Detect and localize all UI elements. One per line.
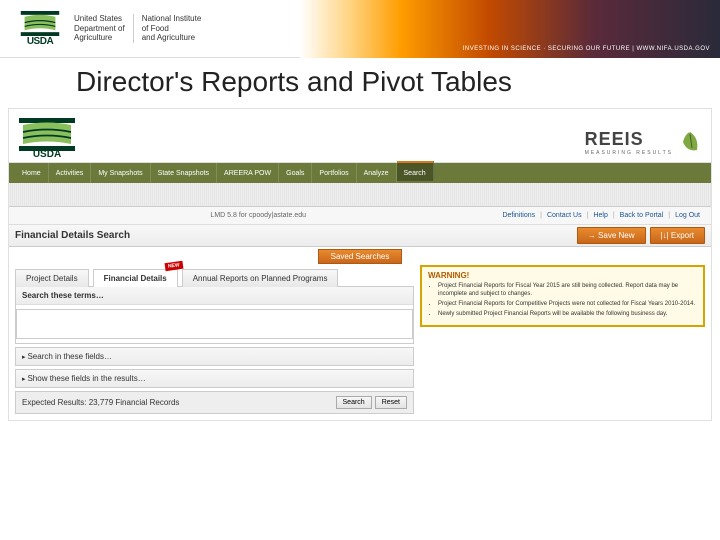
warning-box: WARNING! Project Financial Reports for F… — [420, 265, 705, 327]
usda-logo-text: USDA — [27, 36, 53, 47]
warning-item: Project Financial Reports for Fiscal Yea… — [438, 283, 697, 299]
nav-goals[interactable]: Goals — [279, 163, 312, 183]
save-new-button[interactable]: → Save New — [577, 227, 646, 244]
tab-annual-reports[interactable]: Annual Reports on Planned Programs — [182, 269, 339, 287]
nav-activities[interactable]: Activities — [49, 163, 92, 183]
search-terms-input[interactable] — [16, 309, 413, 339]
user-info: LMD 5.8 for cpoody|astate.edu — [17, 212, 499, 219]
nav-search[interactable]: Search — [397, 161, 434, 181]
brand-gradient: INVESTING IN SCIENCE · SECURING OUR FUTU… — [300, 0, 720, 58]
warning-item: Project Financial Reports for Competitiv… — [438, 301, 697, 309]
search-fields-expander[interactable]: Search in these fields… — [15, 347, 414, 366]
link-definitions[interactable]: Definitions — [499, 212, 538, 219]
link-help[interactable]: Help — [590, 212, 610, 219]
saved-searches-button[interactable]: Saved Searches — [318, 249, 403, 264]
search-button[interactable]: Search — [336, 396, 372, 409]
search-column: Project Details Financial Details NEW An… — [15, 265, 414, 414]
dept-label: United States Department of Agriculture — [74, 14, 134, 43]
reeis-logo: REEIS MEASURING RESULTS — [585, 129, 703, 156]
usda-seal-icon — [20, 11, 60, 36]
nav-state-snapshots[interactable]: State Snapshots — [151, 163, 217, 183]
nav-portfolios[interactable]: Portfolios — [312, 163, 356, 183]
reeis-wordmark: REEIS — [585, 129, 673, 150]
export-button[interactable]: |↓| Export — [650, 227, 706, 244]
warning-column: WARNING! Project Financial Reports for F… — [420, 265, 705, 414]
search-tabs: Project Details Financial Details NEW An… — [15, 265, 414, 287]
warning-item: Newly submitted Project Financial Report… — [438, 311, 697, 319]
tagline: INVESTING IN SCIENCE · SECURING OUR FUTU… — [463, 46, 710, 52]
app-usda-logo-icon: USDA — [17, 114, 77, 158]
nifa-label: National Institute of Food and Agricultu… — [142, 14, 202, 43]
action-buttons: → Save New |↓| Export — [577, 227, 705, 244]
app-header: USDA REEIS MEASURING RESULTS — [9, 109, 711, 163]
result-buttons: Search Reset — [336, 396, 407, 409]
link-logout[interactable]: Log Out — [672, 212, 703, 219]
utility-bar: LMD 5.8 for cpoody|astate.edu Definition… — [9, 207, 711, 225]
nav-areera-pow[interactable]: AREERA POW — [217, 163, 279, 183]
leaf-icon — [677, 130, 703, 156]
warning-list: Project Financial Reports for Fiscal Yea… — [428, 283, 697, 318]
tab-financial-details[interactable]: Financial Details NEW — [93, 269, 178, 287]
reset-button[interactable]: Reset — [375, 396, 407, 409]
warning-title: WARNING! — [428, 271, 697, 281]
tab-project-details[interactable]: Project Details — [15, 269, 89, 287]
utility-links: Definitions| Contact Us| Help| Back to P… — [499, 212, 703, 219]
results-bar: Expected Results: 23,779 Financial Recor… — [15, 391, 414, 414]
slide-header: USDA United States Department of Agricul… — [0, 0, 720, 58]
usda-logo: USDA — [14, 11, 66, 47]
section-bar: Financial Details Search → Save New |↓| … — [9, 225, 711, 247]
nav-my-snapshots[interactable]: My Snapshots — [91, 163, 150, 183]
search-terms-label: Search these terms… — [16, 287, 413, 305]
link-back-portal[interactable]: Back to Portal — [617, 212, 667, 219]
slide-title: Director's Reports and Pivot Tables — [0, 58, 720, 104]
main-content: Project Details Financial Details NEW An… — [9, 265, 711, 420]
svg-text:USDA: USDA — [33, 149, 61, 158]
saved-searches-row: Saved Searches — [9, 247, 711, 265]
nav-bar: Home Activities My Snapshots State Snaps… — [9, 163, 711, 183]
nav-analyze[interactable]: Analyze — [357, 163, 397, 183]
reeis-subtitle: MEASURING RESULTS — [585, 150, 673, 156]
new-badge: NEW — [165, 261, 184, 271]
search-terms-panel: Search these terms… — [15, 286, 414, 344]
app-frame: USDA REEIS MEASURING RESULTS Home Activi… — [8, 108, 712, 421]
show-fields-expander[interactable]: Show these fields in the results… — [15, 369, 414, 388]
link-contact[interactable]: Contact Us — [544, 212, 585, 219]
nav-home[interactable]: Home — [15, 163, 49, 183]
expected-results: Expected Results: 23,779 Financial Recor… — [22, 398, 179, 407]
section-title: Financial Details Search — [15, 230, 130, 241]
separator-band — [9, 183, 711, 207]
